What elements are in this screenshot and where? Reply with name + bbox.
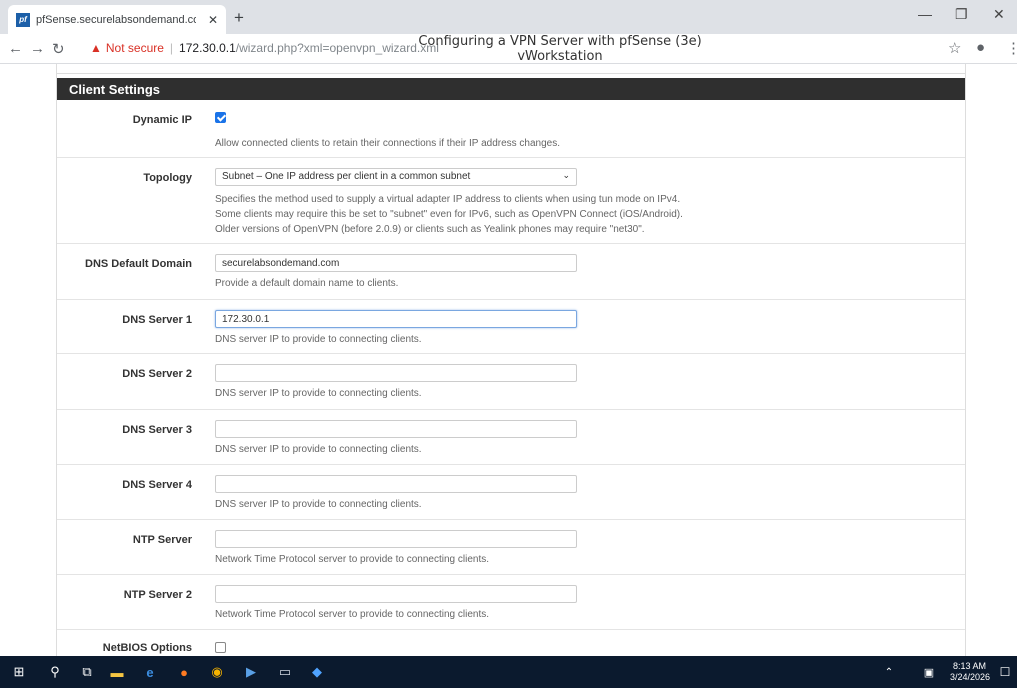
topology-label: Topology — [143, 172, 192, 184]
url-path: /wizard.php?xml=openvpn_wizard.xml — [235, 41, 439, 55]
dynamic-ip-help: Allow connected clients to retain their … — [215, 138, 561, 149]
ntp-server-input[interactable] — [215, 530, 577, 548]
reload-icon[interactable]: ↻ — [52, 40, 65, 58]
browser-tab[interactable]: pf pfSense.securelabsondemand.co ✕ — [8, 5, 226, 34]
taskbar-time: 8:13 AM — [952, 661, 986, 671]
windows-taskbar: ⊞ ⚲ ⧉ ▬ e ● ◉ ▶ ▭ ◆ ⌃ ▣ 8:13 AM 3/24/202… — [0, 656, 1017, 688]
url-host: 172.30.0.1 — [179, 41, 236, 55]
ntp-server-help: Network Time Protocol server to provide … — [215, 554, 490, 565]
row-dns-server-3: DNS Server 3 DNS server IP to provide to… — [57, 410, 965, 465]
panel-top-strip — [57, 64, 965, 74]
row-dns-server-2: DNS Server 2 DNS server IP to provide to… — [57, 354, 965, 410]
row-netbios: NetBIOS Options — [57, 630, 965, 656]
topology-help-3: Older versions of OpenVPN (before 2.0.9)… — [215, 224, 645, 235]
windows-start-icon[interactable]: ⊞ — [10, 663, 28, 681]
terminal-icon[interactable]: ▭ — [276, 663, 294, 681]
bookmark-star-icon[interactable]: ☆ — [948, 39, 961, 57]
warning-icon: ▲ — [90, 41, 102, 55]
row-dns-domain: DNS Default Domain Provide a default dom… — [57, 244, 965, 300]
chevron-down-icon: ⌄ — [562, 170, 570, 180]
dns-server-2-label: DNS Server 2 — [122, 368, 192, 380]
dns-domain-input[interactable] — [215, 254, 577, 272]
topology-select-value: Subnet – One IP address per client in a … — [222, 171, 471, 182]
dns-server-1-help: DNS server IP to provide to connecting c… — [215, 334, 422, 345]
tray-chevron-up-icon[interactable]: ⌃ — [880, 663, 898, 681]
row-dns-server-1: DNS Server 1 DNS server IP to provide to… — [57, 300, 965, 354]
ntp-server-label: NTP Server — [132, 534, 192, 546]
search-icon[interactable]: ⚲ — [46, 663, 64, 681]
dns-server-3-label: DNS Server 3 — [122, 424, 192, 436]
task-view-icon[interactable]: ⧉ — [78, 663, 96, 681]
dynamic-ip-checkbox[interactable] — [215, 112, 226, 123]
dns-server-4-input[interactable] — [215, 475, 577, 493]
url-separator: | — [169, 41, 174, 55]
powershell-icon[interactable]: ▶ — [242, 663, 260, 681]
row-dns-server-4: DNS Server 4 DNS server IP to provide to… — [57, 465, 965, 520]
forward-icon[interactable]: → — [30, 40, 45, 57]
dns-server-1-input[interactable] — [215, 310, 577, 328]
topology-select[interactable]: Subnet – One IP address per client in a … — [215, 168, 577, 186]
dns-server-3-help: DNS server IP to provide to connecting c… — [215, 444, 422, 455]
back-icon[interactable]: ← — [8, 40, 23, 57]
row-dynamic-ip: Dynamic IP Allow connected clients to re… — [57, 100, 965, 158]
dns-server-2-input[interactable] — [215, 364, 577, 382]
client-settings-panel: Client Settings Dynamic IP Allow connect… — [56, 64, 966, 656]
window-close-icon[interactable]: ✕ — [993, 6, 1005, 23]
chrome-icon[interactable]: ◉ — [208, 663, 226, 681]
browser-tab-bar: pf pfSense.securelabsondemand.co ✕ + — ❐… — [0, 0, 1017, 34]
topology-help-2: Some clients may require this be set to … — [215, 209, 683, 220]
address-bar[interactable]: ▲ Not secure | 172.30.0.1 /wizard.php?xm… — [90, 37, 650, 59]
dns-server-3-input[interactable] — [215, 420, 577, 438]
dns-domain-help: Provide a default domain name to clients… — [215, 278, 399, 289]
new-tab-button[interactable]: + — [234, 8, 244, 28]
restore-icon[interactable]: ❐ — [955, 6, 968, 23]
row-ntp-server-2: NTP Server 2 Network Time Protocol serve… — [57, 575, 965, 630]
minimize-icon[interactable]: — — [918, 6, 932, 22]
dns-server-4-help: DNS server IP to provide to connecting c… — [215, 499, 422, 510]
profile-icon[interactable]: ● — [976, 39, 985, 56]
not-secure-label: Not secure — [105, 41, 164, 55]
netbios-label: NetBIOS Options — [102, 642, 192, 654]
taskbar-date: 3/24/2026 — [950, 672, 991, 682]
menu-icon[interactable]: ⋮ — [1006, 39, 1017, 57]
tab-title: pfSense.securelabsondemand.co — [36, 13, 196, 26]
file-explorer-icon[interactable]: ▬ — [108, 663, 126, 681]
topology-help-1: Specifies the method used to supply a vi… — [215, 194, 681, 205]
browser-toolbar: ← → ↻ ▲ Not secure | 172.30.0.1 /wizard.… — [0, 34, 1017, 64]
dynamic-ip-label: Dynamic IP — [132, 114, 192, 126]
page-content: Client Settings Dynamic IP Allow connect… — [0, 64, 1017, 656]
edge-icon[interactable]: e — [141, 663, 159, 681]
row-ntp-server: NTP Server Network Time Protocol server … — [57, 520, 965, 575]
notification-icon[interactable]: ☐ — [996, 663, 1014, 681]
pfsense-favicon-icon: pf — [16, 12, 30, 27]
dns-server-4-label: DNS Server 4 — [122, 479, 192, 491]
dns-server-1-label: DNS Server 1 — [122, 314, 192, 326]
panel-heading: Client Settings — [57, 78, 965, 100]
ntp-server-2-label: NTP Server 2 — [123, 589, 192, 601]
row-topology: Topology Subnet – One IP address per cli… — [57, 158, 965, 244]
dns-domain-label: DNS Default Domain — [85, 258, 192, 270]
netbios-checkbox[interactable] — [215, 642, 226, 653]
ntp-server-2-input[interactable] — [215, 585, 577, 603]
network-app-icon[interactable]: ◆ — [308, 663, 326, 681]
tab-close-icon[interactable]: ✕ — [208, 13, 218, 27]
network-tray-icon[interactable]: ▣ — [920, 663, 938, 681]
taskbar-clock[interactable]: 8:13 AM 3/24/2026 — [950, 661, 991, 683]
ntp-server-2-help: Network Time Protocol server to provide … — [215, 609, 490, 620]
firefox-icon[interactable]: ● — [175, 663, 193, 681]
dns-server-2-help: DNS server IP to provide to connecting c… — [215, 388, 422, 399]
